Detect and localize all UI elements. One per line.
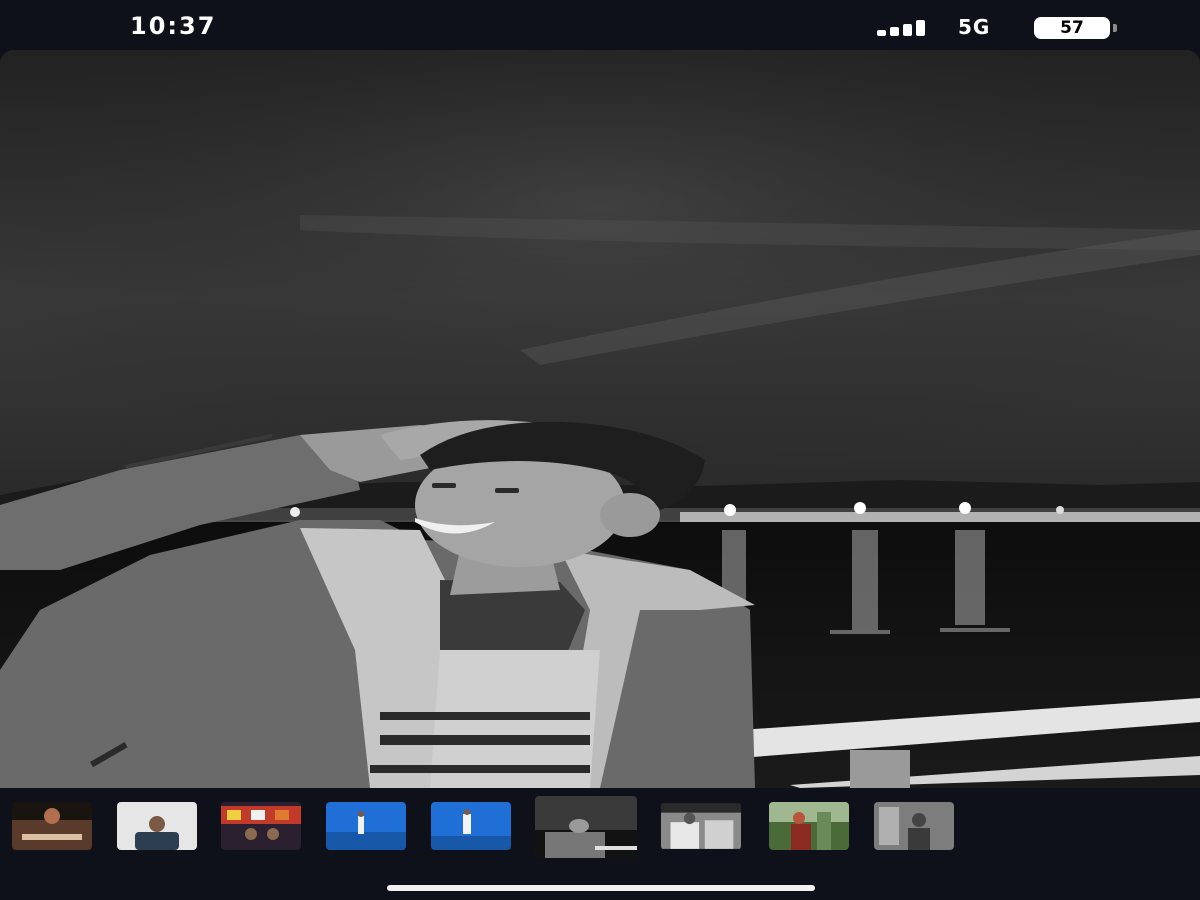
- thumbnail-6-selected[interactable]: [535, 796, 637, 858]
- main-photo[interactable]: [0, 50, 1200, 788]
- battery-level: 57: [1060, 18, 1084, 38]
- status-time: 10:37: [130, 12, 217, 40]
- network-type: 5G: [958, 15, 991, 39]
- thumbnail-1[interactable]: [12, 802, 92, 850]
- thumbnail-8[interactable]: [769, 802, 849, 850]
- thumbnail-4[interactable]: [326, 802, 406, 850]
- thumbnail-3[interactable]: [221, 802, 301, 850]
- battery-tip: [1113, 24, 1117, 32]
- thumbnail-5[interactable]: [431, 802, 511, 850]
- battery-icon: 57: [1034, 17, 1110, 39]
- thumbnail-7[interactable]: [661, 802, 741, 850]
- photo-image: [0, 50, 1200, 788]
- thumbnail-strip: [0, 788, 1200, 868]
- home-indicator[interactable]: [387, 885, 815, 891]
- photo-viewer-screen: 10:37 5G 57: [0, 0, 1200, 900]
- thumbnail-9[interactable]: [874, 802, 954, 850]
- thumbnail-2[interactable]: [117, 802, 197, 850]
- status-bar: 10:37 5G 57: [0, 0, 1200, 52]
- cellular-signal-icon: [877, 18, 939, 36]
